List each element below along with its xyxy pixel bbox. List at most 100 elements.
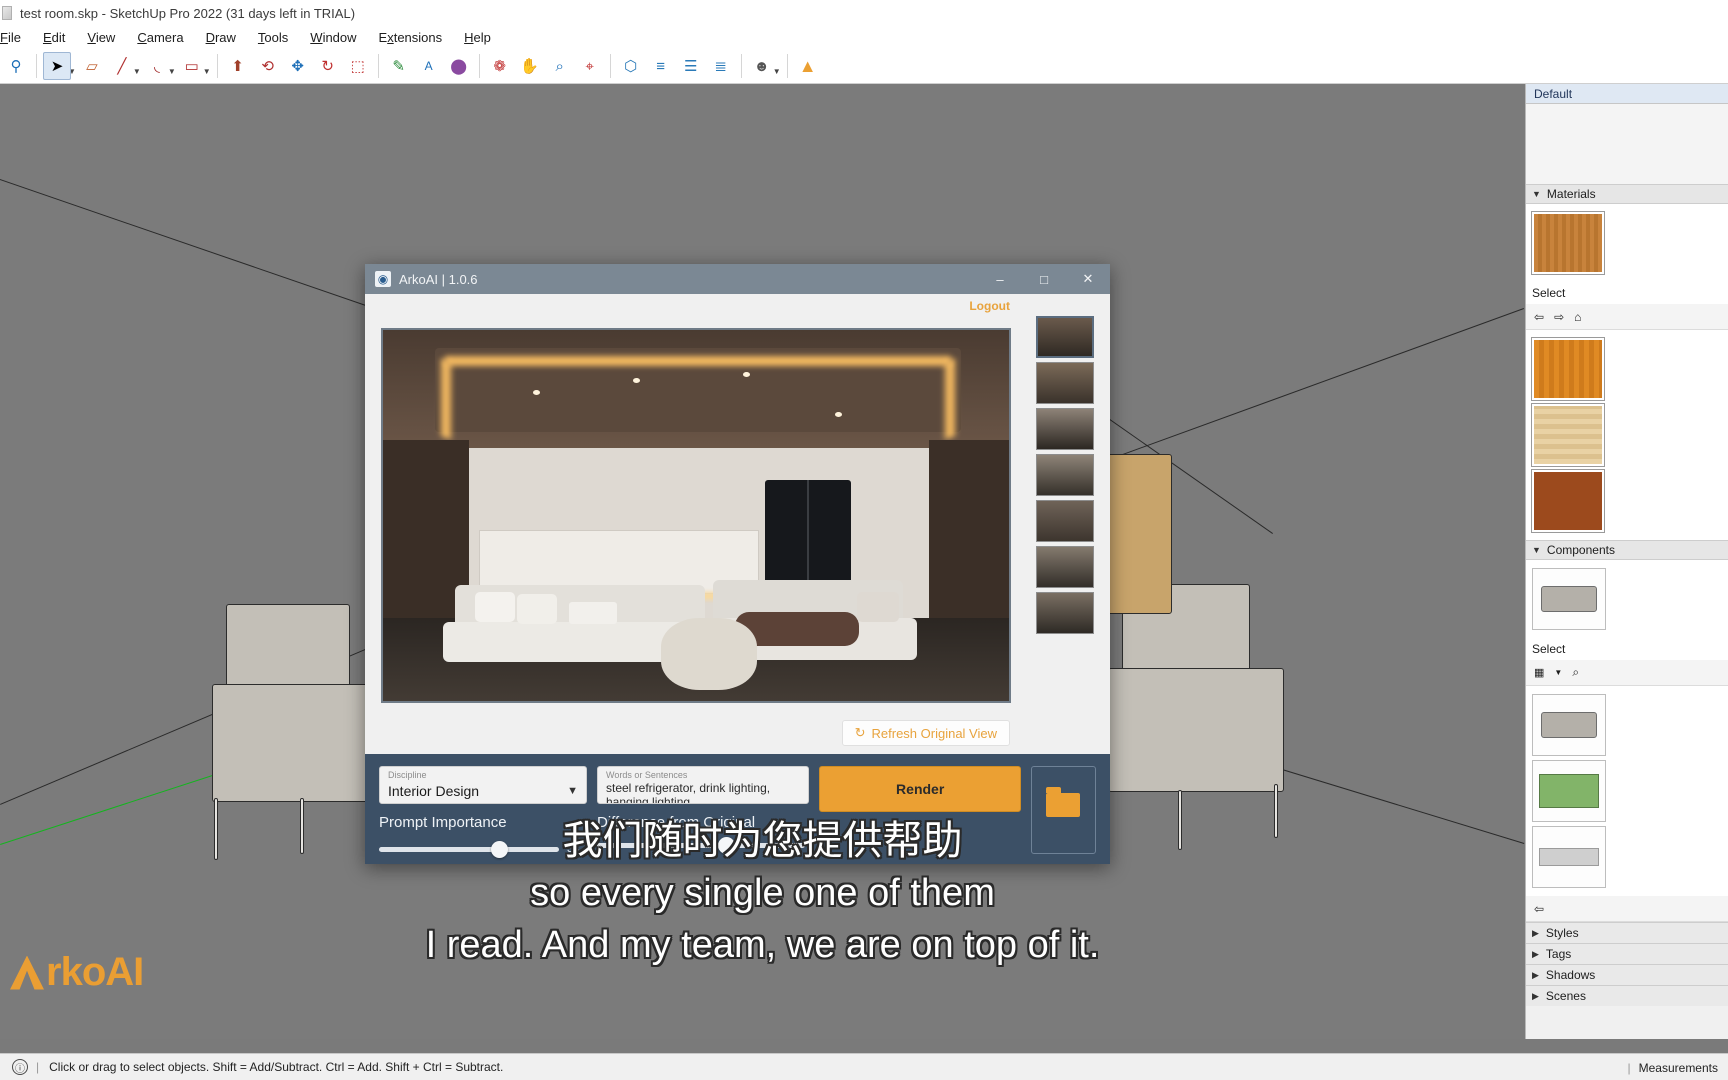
sofa-right-leg xyxy=(1274,784,1278,838)
menu-item-tools[interactable]: Tools xyxy=(247,28,299,47)
component-thumb-gray[interactable] xyxy=(1532,826,1606,888)
slider-knob[interactable] xyxy=(717,837,735,854)
chevron-down-icon[interactable]: ▼ xyxy=(1554,668,1562,677)
line-tool-icon[interactable]: ╱ xyxy=(108,52,136,80)
menu-item-extensions[interactable]: Extensions xyxy=(368,28,454,47)
words-textarea[interactable]: Words or Sentences steel refrigerator, d… xyxy=(597,766,809,804)
fur-rug xyxy=(661,618,757,690)
layers-icon[interactable]: ☰ xyxy=(677,52,705,80)
styles-icon[interactable]: ≣ xyxy=(707,52,735,80)
zoom-window-icon[interactable]: ⌖ xyxy=(576,52,604,80)
scale-tool-icon[interactable]: ⬚ xyxy=(344,52,372,80)
info-icon[interactable]: ⓘ xyxy=(12,1059,28,1075)
chevron-down-icon[interactable]: ▼ xyxy=(567,785,578,797)
menu-item-edit[interactable]: Edit xyxy=(32,28,76,47)
toolbar-separator xyxy=(786,54,788,78)
material-swatch[interactable] xyxy=(1531,337,1605,401)
material-swatch-active[interactable] xyxy=(1531,211,1605,275)
thumbnail-1[interactable] xyxy=(1036,316,1094,358)
thumbnail-6[interactable] xyxy=(1036,546,1094,588)
home-icon[interactable]: ⌂ xyxy=(1574,310,1581,324)
back-arrow-icon[interactable]: ⇦ xyxy=(1534,902,1544,916)
menu-item-view[interactable]: View xyxy=(76,28,126,47)
difference-slider[interactable] xyxy=(597,837,805,854)
search-icon[interactable]: ⌕ xyxy=(1572,665,1579,680)
thumbnail-5[interactable] xyxy=(1036,500,1094,542)
slider-knob[interactable] xyxy=(490,840,508,858)
material-swatch[interactable] xyxy=(1531,469,1605,533)
rectangle-tool-group[interactable]: ▭ ▼ xyxy=(178,52,211,80)
cabinet-volume[interactable] xyxy=(1100,454,1172,614)
select-tool-group[interactable]: ➤ ▼ xyxy=(43,52,76,80)
arkoai-dialog[interactable]: ◉ ArkoAI | 1.0.6 – □ ✕ Logout ↻ Refresh … xyxy=(365,264,1110,864)
pan-tool-icon[interactable]: ✋ xyxy=(516,52,544,80)
thumbnail-strip[interactable] xyxy=(1020,294,1110,754)
menu-item-window[interactable]: Window xyxy=(299,28,367,47)
render-button[interactable]: Render xyxy=(819,766,1022,812)
maximize-button[interactable]: □ xyxy=(1022,264,1066,294)
eraser-tool-icon[interactable]: ▱ xyxy=(78,52,106,80)
component-thumb-sofa[interactable] xyxy=(1532,694,1606,756)
thumbnail-2[interactable] xyxy=(1036,362,1094,404)
menu-item-help[interactable]: Help xyxy=(453,28,502,47)
tape-measure-icon[interactable]: ✎ xyxy=(385,52,413,80)
rectangle-tool-icon[interactable]: ▭ xyxy=(178,52,206,80)
pushpull-tool-icon[interactable]: ⬆ xyxy=(224,52,252,80)
tray-section-materials[interactable]: ▼ Materials xyxy=(1526,184,1728,204)
arc-tool-group[interactable]: ◟ ▼ xyxy=(143,52,176,80)
menu-item-camera[interactable]: Camera xyxy=(126,28,194,47)
line-tool-group[interactable]: ╱ ▼ xyxy=(108,52,140,80)
tray-section-scenes[interactable]: ▶ Scenes xyxy=(1526,985,1728,1006)
zoom-tool-icon[interactable]: ⌕ xyxy=(546,52,574,80)
orbit-tool-icon[interactable]: ❁ xyxy=(486,52,514,80)
zoom-extents-icon[interactable]: ⚲ xyxy=(2,52,30,80)
measurements-box[interactable]: | Measurements xyxy=(1628,1054,1728,1080)
arc-tool-icon[interactable]: ◟ xyxy=(143,52,171,80)
section-plane-icon[interactable]: ≡ xyxy=(647,52,675,80)
thumbnail-3[interactable] xyxy=(1036,408,1094,450)
forward-arrow-icon[interactable]: ⇨ xyxy=(1554,310,1564,324)
refresh-original-view-button[interactable]: ↻ Refresh Original View xyxy=(841,720,1010,746)
tray-section-components[interactable]: ▼ Components xyxy=(1526,540,1728,560)
tray-tab-default[interactable]: Default xyxy=(1526,84,1728,104)
arko-extension-icon[interactable]: ▲ xyxy=(794,52,822,80)
dialog-body: Logout ↻ Refresh Original View xyxy=(365,294,1110,754)
menu-item-file[interactable]: File xyxy=(0,28,32,47)
prompt-importance-slider[interactable]: 34 xyxy=(379,840,587,858)
thumbnail-7[interactable] xyxy=(1036,592,1094,634)
sofa-left-seat[interactable] xyxy=(212,684,370,802)
back-arrow-icon[interactable]: ⇦ xyxy=(1534,310,1544,324)
component-thumb-plan[interactable] xyxy=(1532,760,1606,822)
render-preview-image[interactable] xyxy=(381,328,1011,703)
tray-section-styles[interactable]: ▶ Styles xyxy=(1526,922,1728,943)
sofa-right-seat[interactable] xyxy=(1108,668,1284,792)
logout-link[interactable]: Logout xyxy=(969,299,1010,313)
text-tool-icon[interactable]: A xyxy=(415,52,443,80)
component-thumb-sofa[interactable] xyxy=(1532,568,1606,630)
tray-section-tags[interactable]: ▶ Tags xyxy=(1526,943,1728,964)
discipline-select[interactable]: Discipline Interior Design ▼ xyxy=(379,766,587,804)
select-tool-icon[interactable]: ➤ xyxy=(43,52,71,80)
rotate-tool-icon[interactable]: ↻ xyxy=(314,52,342,80)
close-button[interactable]: ✕ xyxy=(1066,264,1110,294)
slider-track[interactable] xyxy=(379,840,559,858)
discipline-column: Discipline Interior Design ▼ Prompt Impo… xyxy=(379,766,587,858)
account-icon[interactable]: ☻ xyxy=(748,52,776,80)
followme-tool-icon[interactable]: ⟲ xyxy=(254,52,282,80)
tray-section-shadows[interactable]: ▶ Shadows xyxy=(1526,964,1728,985)
material-swatch[interactable] xyxy=(1531,403,1605,467)
chevron-right-icon: ▶ xyxy=(1532,990,1539,1001)
components-library xyxy=(1526,686,1728,896)
paint-bucket-icon[interactable]: ⬤ xyxy=(445,52,473,80)
move-tool-icon[interactable]: ✥ xyxy=(284,52,312,80)
upload-image-button[interactable] xyxy=(1031,766,1096,854)
account-group[interactable]: ☻ ▼ xyxy=(748,52,781,80)
slider-track[interactable] xyxy=(597,837,805,854)
window-title: test room.skp - SketchUp Pro 2022 (31 da… xyxy=(20,5,356,21)
solid-tools-icon[interactable]: ⬡ xyxy=(617,52,645,80)
minimize-button[interactable]: – xyxy=(978,264,1022,294)
dialog-controls-panel: Discipline Interior Design ▼ Prompt Impo… xyxy=(365,754,1110,864)
thumbnail-4[interactable] xyxy=(1036,454,1094,496)
menu-item-draw[interactable]: Draw xyxy=(195,28,247,47)
grid-view-icon[interactable]: ▦ xyxy=(1534,666,1544,679)
